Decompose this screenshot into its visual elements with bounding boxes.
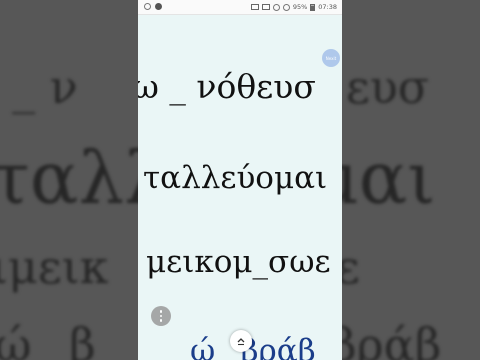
dot-icon: [159, 319, 163, 322]
nfc-icon: [261, 4, 270, 10]
status-bar: 95% 07:38: [138, 0, 342, 15]
background-text: βράβ: [342, 318, 442, 360]
phone-screen: 95% 07:38 ω _ νόθευσ ταλλεύομαι μεικομ_σ…: [138, 0, 342, 360]
scroll-up-button[interactable]: [230, 330, 252, 352]
transcript-line: ώ_ βράβ: [190, 333, 316, 360]
battery-icon: [310, 3, 316, 11]
avatar-label: Nexit: [325, 55, 337, 61]
background-text: ώ_ β: [0, 318, 96, 360]
notification-icon: [155, 3, 162, 10]
blurred-background-right: ευσ μαι ε βράβ: [342, 0, 480, 360]
transcript-line: ταλλεύομαι: [143, 160, 328, 196]
background-text: ε: [342, 240, 360, 294]
dot-icon: [159, 314, 163, 318]
battery-percent: 95%: [292, 3, 308, 11]
cast-icon: [250, 4, 259, 10]
signal-icon: [282, 3, 290, 11]
background-text: ω _ ν: [0, 60, 78, 114]
blurred-background-left: ω _ ν ταλλ ιμεικ ώ_ β: [0, 0, 138, 360]
background-text: μαι: [342, 136, 436, 220]
background-text: ευσ: [346, 60, 430, 114]
settings-icon: [144, 3, 151, 10]
background-text: ιμεικ: [0, 240, 109, 294]
chevron-up-icon: [237, 338, 245, 346]
transcript-line: ω _ νόθευσ: [138, 67, 316, 106]
transcript-line: μεικομ_σωε: [146, 244, 331, 280]
clock: 07:38: [318, 3, 337, 11]
background-text: ταλλ: [0, 136, 138, 220]
floating-avatar-button[interactable]: Nexit: [322, 49, 340, 67]
dot-icon: [159, 310, 163, 313]
more-options-button[interactable]: [151, 306, 171, 326]
wifi-icon: [272, 3, 280, 11]
